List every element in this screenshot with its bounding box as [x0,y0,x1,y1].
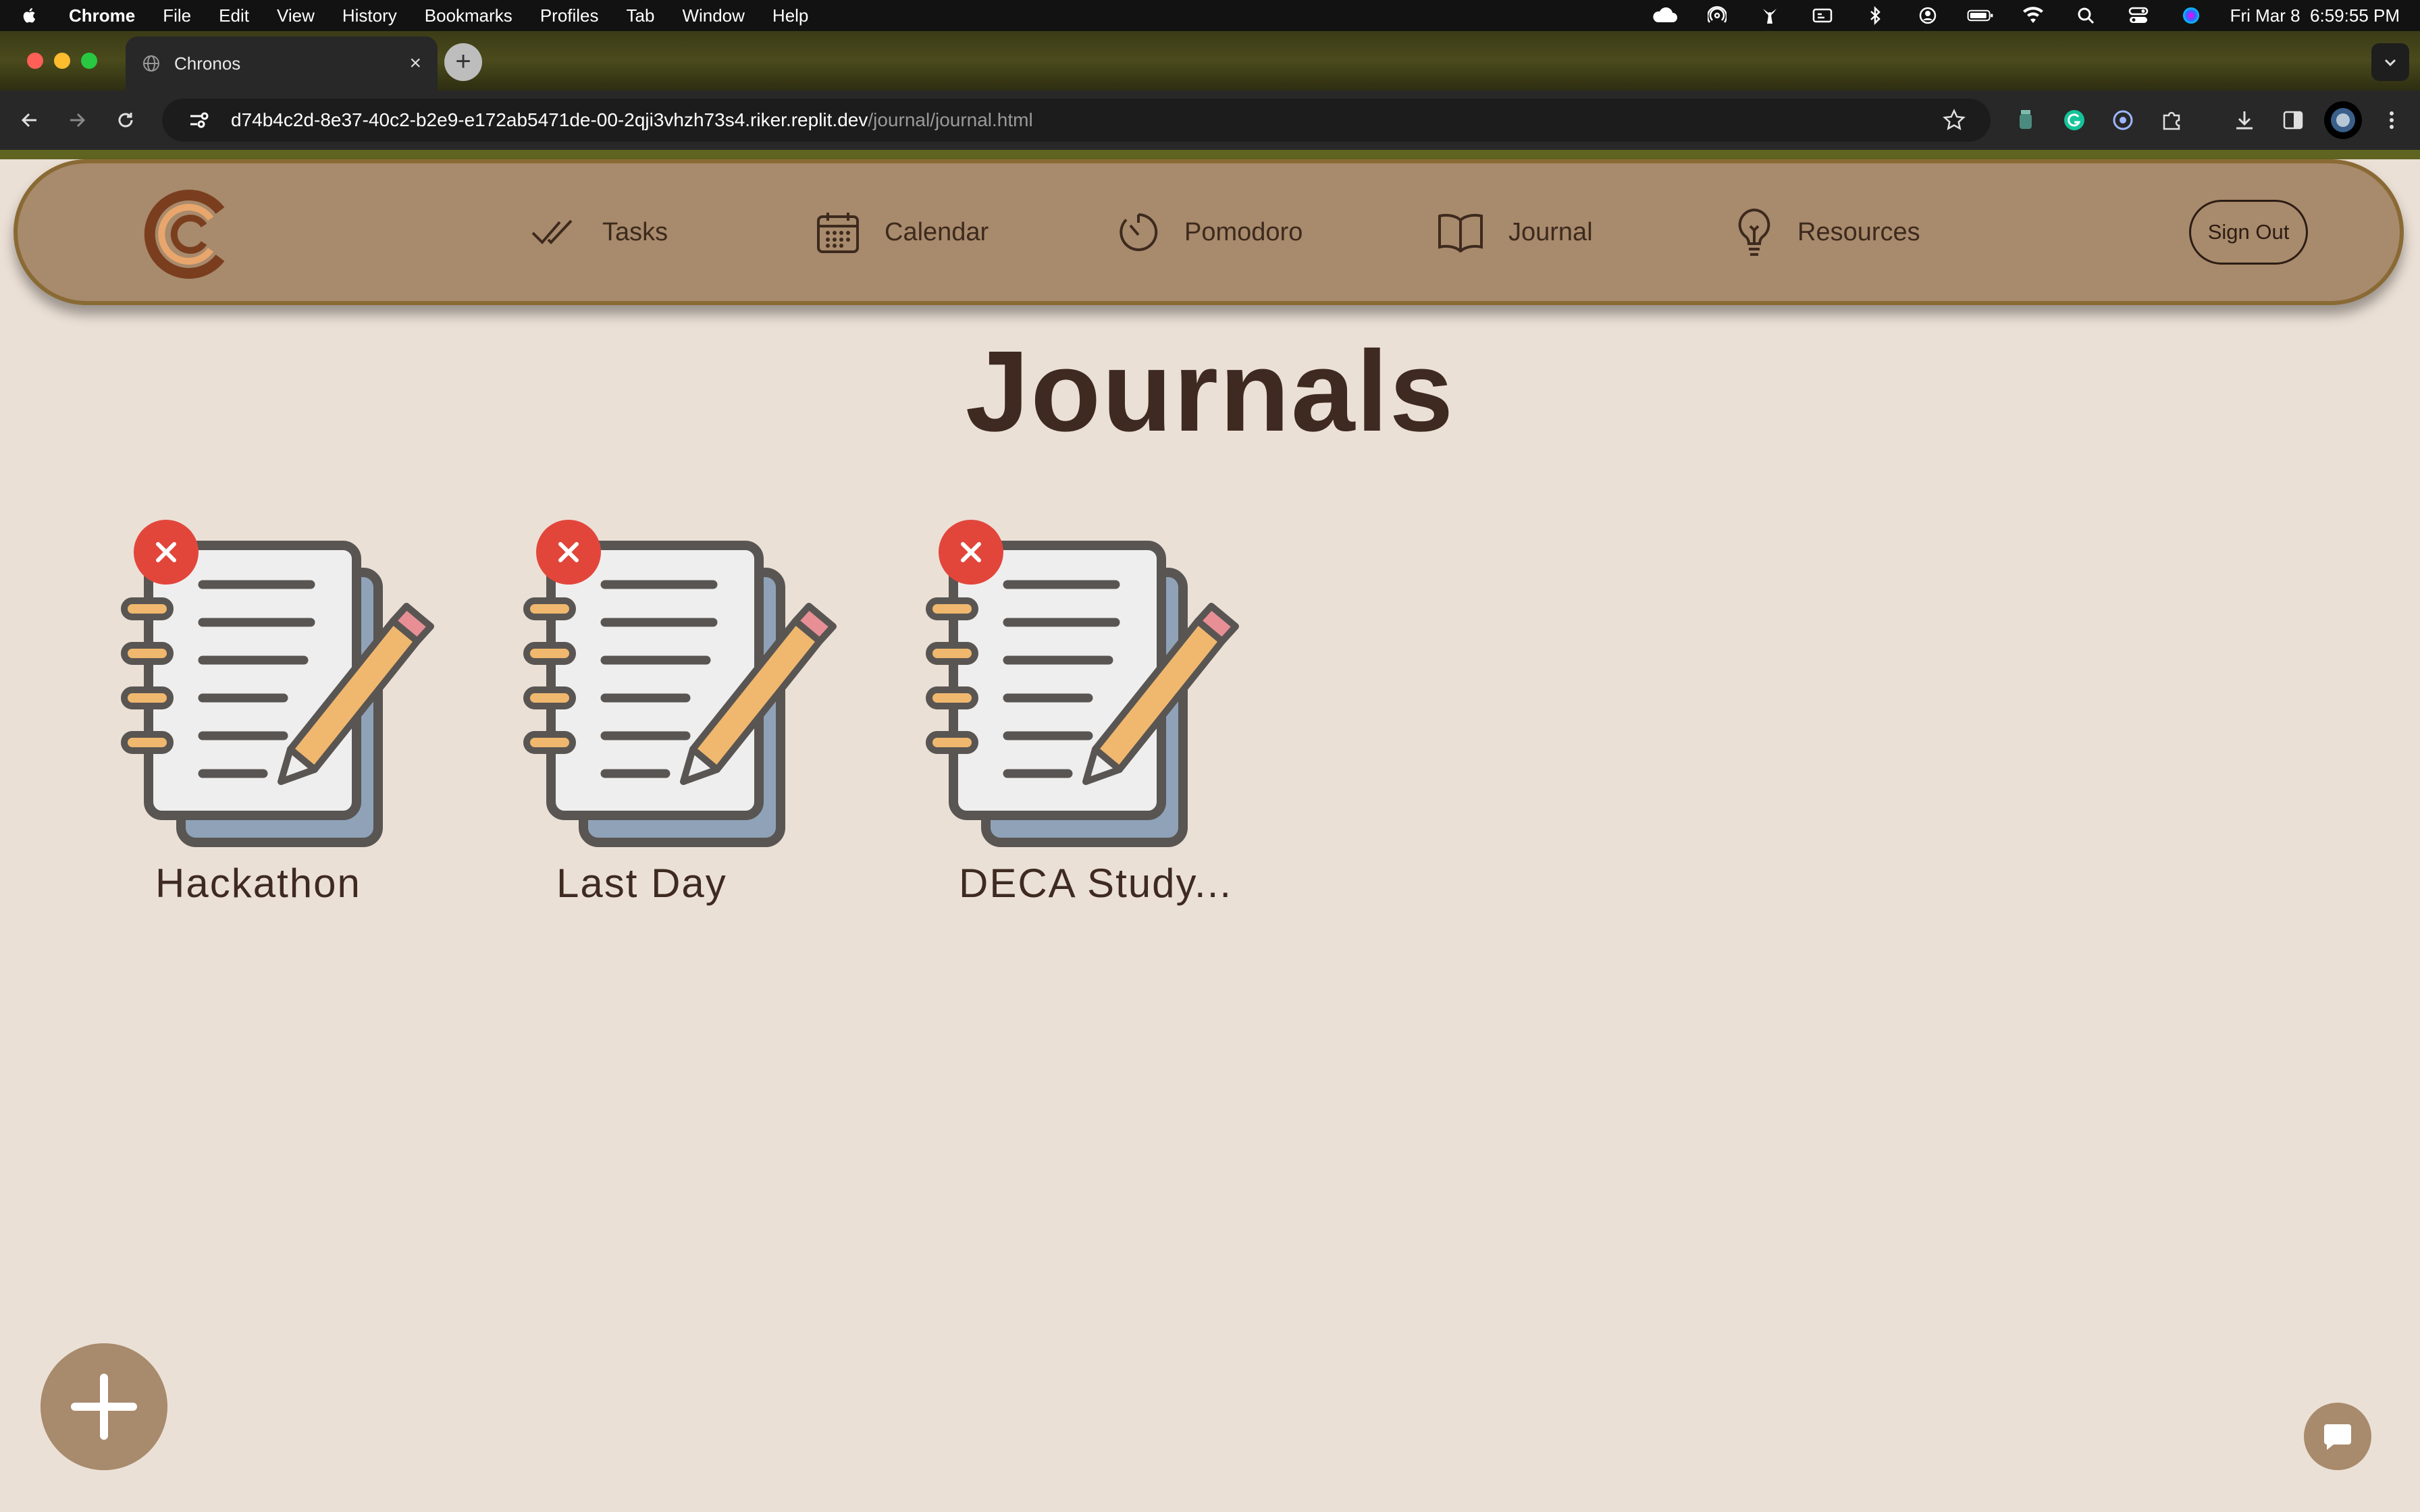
bookmark-star-icon[interactable] [1942,108,1966,132]
control-center-icon[interactable] [2125,6,2152,25]
page-title: Journals [965,327,1455,456]
tab-close-icon[interactable]: × [409,52,421,75]
extension-target-icon[interactable] [2108,105,2138,135]
menu-file[interactable]: File [163,5,191,26]
calendar-icon [817,213,859,253]
page-top-strip [0,150,2420,159]
app-navbar: Tasks Calendar Pomodoro Journal Resource… [14,159,2404,305]
browser-tab[interactable]: Chronos × [126,36,438,90]
close-icon [156,542,176,562]
reload-icon [118,113,133,128]
chronos-logo-icon[interactable] [139,184,240,285]
bluetooth-icon[interactable] [1862,6,1889,25]
siri-icon[interactable] [2178,6,2205,25]
browser-tab-strip: Chronos × + [0,31,2420,90]
battery-icon[interactable] [1967,6,1994,25]
journal-title[interactable]: DECA Study... [959,860,1232,907]
status-icons: Fri Mar 8 6:59:55 PM [1651,5,2400,26]
menu-view[interactable]: View [277,5,315,26]
globe-icon [143,55,159,72]
spotlight-icon[interactable] [2072,6,2099,25]
menu-help[interactable]: Help [772,5,808,26]
open-book-icon [1438,213,1483,252]
delete-journal-button[interactable] [536,520,601,585]
menu-edit[interactable]: Edit [219,5,249,26]
apple-icon[interactable] [20,6,39,25]
tab-search-button[interactable] [2371,43,2409,81]
nav-resources-label: Resources [1797,217,1920,246]
site-info-icon[interactable] [186,108,211,132]
browser-toolbar: d74b4c2d-8e37-40c2-b2e9-e172ab5471de-00-… [0,90,2420,150]
lightbulb-icon [1738,208,1770,256]
close-icon [961,542,981,562]
menu-tab[interactable]: Tab [627,5,655,26]
journal-title[interactable]: Last Day [556,860,727,907]
extensions-puzzle-icon[interactable] [2157,105,2186,135]
clock[interactable]: Fri Mar 8 6:59:55 PM [2230,5,2400,26]
menu-app-name[interactable]: Chrome [69,5,135,26]
url-path: /journal/journal.html [868,109,1033,130]
user-icon[interactable] [1914,6,1941,25]
delete-journal-button[interactable] [134,520,199,585]
tab-title: Chronos [174,53,241,74]
window-close-button[interactable] [27,53,43,69]
more-menu-icon[interactable] [2377,105,2406,135]
url-host: d74b4c2d-8e37-40c2-b2e9-e172ab5471de-00-… [231,109,868,130]
cloud-icon[interactable] [1651,6,1678,25]
address-bar[interactable]: d74b4c2d-8e37-40c2-b2e9-e172ab5471de-00-… [162,99,1991,142]
sign-out-button[interactable]: Sign Out [2189,200,2308,265]
add-journal-button[interactable] [41,1343,167,1470]
close-icon [558,542,579,562]
plus-icon [71,1374,137,1440]
chat-bubble-icon [2324,1424,2351,1450]
delete-journal-button[interactable] [939,520,1003,585]
fan-icon[interactable] [1756,6,1783,25]
arrow-right-icon [70,113,86,128]
menu-window[interactable]: Window [682,5,744,26]
nav-tasks[interactable]: Tasks [531,208,668,256]
nav-pomodoro[interactable]: Pomodoro [1117,208,1303,256]
journal-card[interactable]: Last Day [517,520,868,925]
nav-journal[interactable]: Journal [1437,208,1593,256]
display-icon[interactable] [1809,6,1836,25]
journal-card[interactable]: DECA Study... [920,520,1271,925]
macos-menu-bar: Chrome File Edit View History Bookmarks … [0,0,2420,31]
double-check-icon [531,219,573,244]
download-icon[interactable] [2230,105,2259,135]
menu-bookmarks[interactable]: Bookmarks [425,5,512,26]
side-panel-icon[interactable] [2278,105,2308,135]
journal-title[interactable]: Hackathon [155,860,361,907]
window-zoom-button[interactable] [81,53,97,69]
grammarly-icon[interactable] [2059,105,2089,135]
reload-button[interactable] [111,105,140,135]
profile-avatar[interactable] [2324,101,2362,139]
chevron-down-icon [2384,59,2396,67]
nav-tasks-label: Tasks [602,217,668,246]
chat-button[interactable] [2304,1403,2371,1470]
arrow-left-icon [21,113,36,128]
nav-pomodoro-label: Pomodoro [1184,217,1303,246]
new-tab-button[interactable]: + [444,43,482,81]
forward-button[interactable] [62,105,92,135]
wifi-icon[interactable] [2020,6,2047,25]
airdrop-icon[interactable] [1704,6,1731,25]
nav-journal-label: Journal [1508,217,1593,246]
extension-jar-icon[interactable] [2011,105,2041,135]
window-minimize-button[interactable] [54,53,70,69]
back-button[interactable] [15,105,45,135]
menu-history[interactable]: History [342,5,397,26]
nav-resources[interactable]: Resources [1735,208,1920,256]
nav-calendar-label: Calendar [885,217,989,246]
menu-profiles[interactable]: Profiles [540,5,599,26]
timer-icon [1120,213,1158,251]
nav-calendar[interactable]: Calendar [816,208,989,256]
journal-card[interactable]: Hackathon [115,520,466,925]
